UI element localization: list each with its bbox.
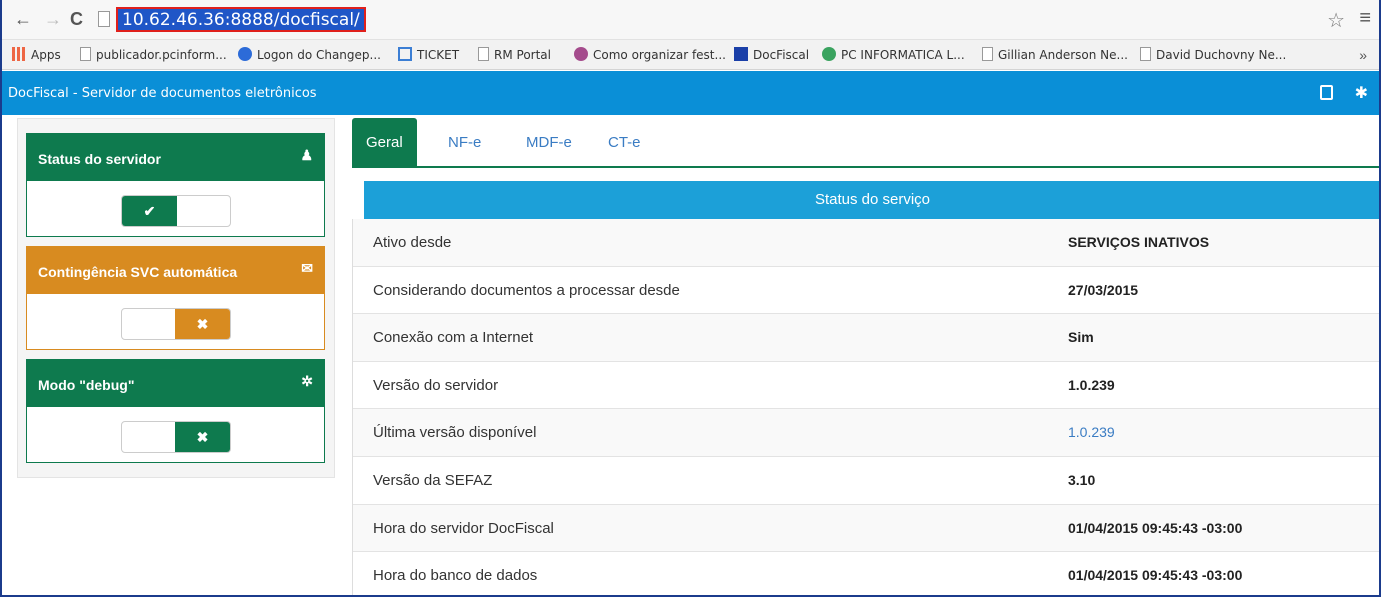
window-frame (0, 0, 1381, 597)
